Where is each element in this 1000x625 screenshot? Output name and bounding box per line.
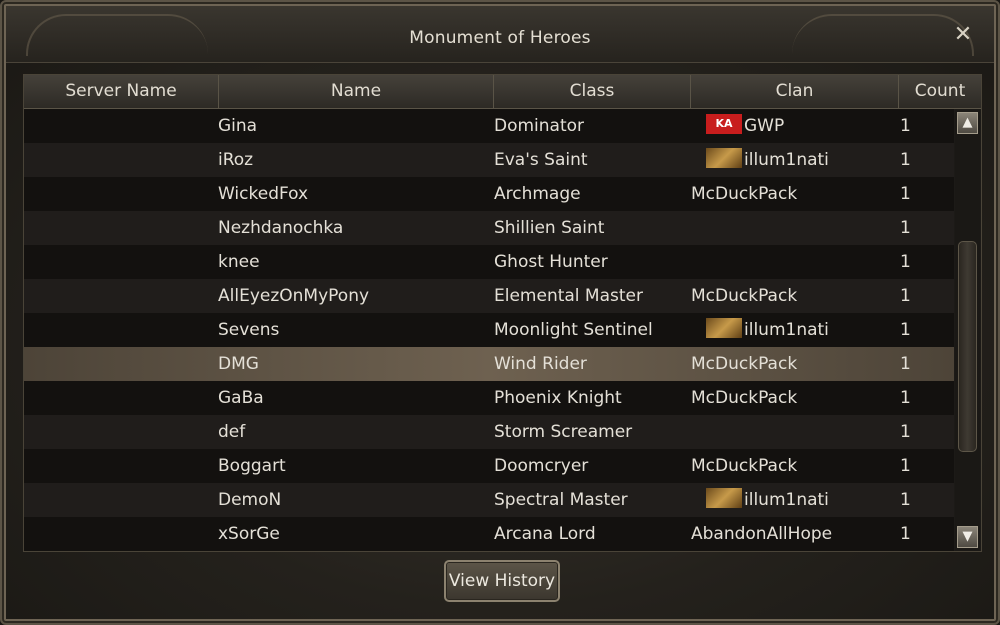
scrollbar[interactable]: ▲ ▼ <box>955 109 980 551</box>
clan-cell: McDuckPack <box>691 449 797 483</box>
table-header: Server Name Name Class Clan Count <box>24 75 981 109</box>
arrow-up-icon[interactable]: ▲ <box>957 112 978 134</box>
clan-name: AbandonAllHope <box>691 524 833 544</box>
clan-name: McDuckPack <box>691 456 798 476</box>
table-row[interactable]: xSorGe Arcana Lord AbandonAllHope 1 <box>24 517 954 551</box>
table-row[interactable]: Nezhdanochka Shillien Saint 1 <box>24 211 954 245</box>
clan-crest-icon <box>706 148 742 168</box>
column-header-name[interactable]: Name <box>219 75 494 108</box>
hero-name-cell: DMG <box>218 354 259 374</box>
table-row[interactable]: def Storm Screamer 1 <box>24 415 954 449</box>
window-title: Monument of Heroes <box>409 28 591 48</box>
count-cell: 1 <box>900 354 911 374</box>
column-header-clan[interactable]: Clan <box>691 75 899 108</box>
scrollbar-thumb[interactable] <box>958 241 977 452</box>
count-cell: 1 <box>900 116 911 136</box>
clan-name: illum1nati <box>744 320 829 340</box>
hero-name-cell: WickedFox <box>218 184 309 204</box>
clan-name: illum1nati <box>744 150 829 170</box>
hero-name-cell: DemoN <box>218 490 282 510</box>
column-header-class[interactable]: Class <box>494 75 691 108</box>
clan-cell: illum1nati <box>706 483 829 517</box>
table-row[interactable]: DemoN Spectral Master illum1nati 1 <box>24 483 954 517</box>
hero-class-cell: Wind Rider <box>494 354 587 374</box>
hero-class-cell: Moonlight Sentinel <box>494 320 653 340</box>
table-row[interactable]: WickedFox Archmage McDuckPack 1 <box>24 177 954 211</box>
clan-cell: illum1nati <box>706 313 829 347</box>
hero-name-cell: Boggart <box>218 456 286 476</box>
scrollbar-track[interactable] <box>957 137 978 521</box>
hero-class-cell: Storm Screamer <box>494 422 633 442</box>
clan-cell: illum1nati <box>706 143 829 177</box>
table-row[interactable]: Sevens Moonlight Sentinel illum1nati 1 <box>24 313 954 347</box>
title-bar[interactable]: Monument of Heroes ✕ <box>6 6 994 63</box>
clan-name: GWP <box>744 116 785 136</box>
clan-name: McDuckPack <box>691 184 798 204</box>
hero-name-cell: AllEyezOnMyPony <box>218 286 370 306</box>
monument-of-heroes-window: Monument of Heroes ✕ Grand Olympia Manag… <box>0 0 1000 625</box>
hero-name-cell: xSorGe <box>218 524 280 544</box>
hero-class-cell: Eva's Saint <box>494 150 588 170</box>
hero-name-cell: Nezhdanochka <box>218 218 344 238</box>
count-cell: 1 <box>900 150 911 170</box>
clan-cell: McDuckPack <box>691 177 797 211</box>
count-cell: 1 <box>900 456 911 476</box>
clan-name: McDuckPack <box>691 354 798 374</box>
hero-class-cell: Elemental Master <box>494 286 643 306</box>
hero-class-cell: Archmage <box>494 184 581 204</box>
count-cell: 1 <box>900 286 911 306</box>
hero-name-cell: Sevens <box>218 320 280 340</box>
hero-name-cell: GaBa <box>218 388 264 408</box>
count-cell: 1 <box>900 422 911 442</box>
hero-name-cell: knee <box>218 252 260 272</box>
count-cell: 1 <box>900 388 911 408</box>
table-row[interactable]: Boggart Doomcryer McDuckPack 1 <box>24 449 954 483</box>
close-icon[interactable]: ✕ <box>952 24 974 46</box>
table-body: Gina Dominator KA GWP 1 iRoz Eva's Saint illum1… <box>24 109 954 551</box>
clan-cell: McDuckPack <box>691 279 797 313</box>
heroes-table: Server Name Name Class Clan Count Gina Do… <box>23 74 982 552</box>
count-cell: 1 <box>900 320 911 340</box>
hero-name-cell: def <box>218 422 246 442</box>
clan-cell: McDuckPack <box>691 381 797 415</box>
table-row[interactable]: GaBa Phoenix Knight McDuckPack 1 <box>24 381 954 415</box>
hero-class-cell: Doomcryer <box>494 456 589 476</box>
table-row[interactable]: Gina Dominator KA GWP 1 <box>24 109 954 143</box>
table-row[interactable]: knee Ghost Hunter 1 <box>24 245 954 279</box>
hero-class-cell: Phoenix Knight <box>494 388 622 408</box>
clan-name: McDuckPack <box>691 286 798 306</box>
clan-name: McDuckPack <box>691 388 798 408</box>
count-cell: 1 <box>900 218 911 238</box>
count-cell: 1 <box>900 490 911 510</box>
column-header-count[interactable]: Count <box>899 75 981 108</box>
hero-class-cell: Spectral Master <box>494 490 628 510</box>
hero-class-cell: Ghost Hunter <box>494 252 608 272</box>
hero-name-cell: iRoz <box>218 150 254 170</box>
clan-crest-icon: KA <box>706 114 742 134</box>
arrow-down-icon[interactable]: ▼ <box>957 526 978 548</box>
clan-crest-icon <box>706 318 742 338</box>
table-row[interactable]: AllEyezOnMyPony Elemental Master McDuckPac… <box>24 279 954 313</box>
count-cell: 1 <box>900 252 911 272</box>
count-cell: 1 <box>900 184 911 204</box>
hero-class-cell: Arcana Lord <box>494 524 596 544</box>
clan-name: illum1nati <box>744 490 829 510</box>
table-row[interactable]: iRoz Eva's Saint illum1nati 1 <box>24 143 954 177</box>
clan-cell: KA GWP <box>706 109 784 143</box>
clan-cell: AbandonAllHope <box>691 517 832 551</box>
column-header-server-name[interactable]: Server Name <box>24 75 219 108</box>
clan-crest-icon <box>706 488 742 508</box>
clan-cell: McDuckPack <box>691 347 797 381</box>
count-cell: 1 <box>900 524 911 544</box>
table-row[interactable]: DMG Wind Rider McDuckPack 1 <box>24 347 954 381</box>
view-history-button[interactable]: View History <box>444 560 560 602</box>
hero-class-cell: Dominator <box>494 116 585 136</box>
hero-class-cell: Shillien Saint <box>494 218 605 238</box>
hero-name-cell: Gina <box>218 116 258 136</box>
